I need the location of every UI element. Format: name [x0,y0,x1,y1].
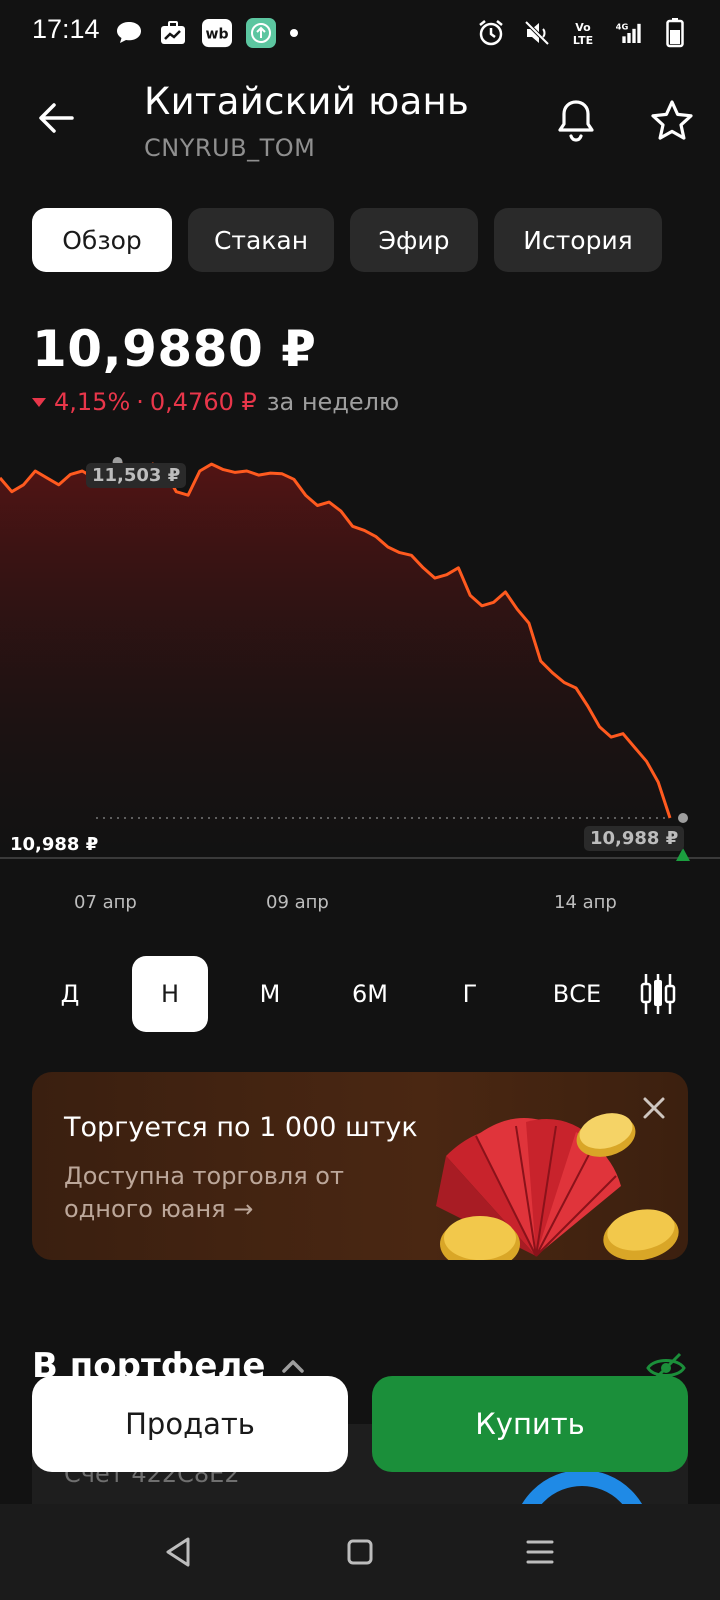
battery-icon [660,18,690,48]
status-bar: 17:14 wb Vo LTE 4G [0,0,720,66]
x-axis-label: 07 апр [74,892,137,913]
ticker-label: CNYRUB_TOM [144,134,316,162]
x-axis-label: 09 апр [266,892,329,913]
square-home-icon [347,1539,373,1565]
period-selector: Д Н М 6М Г ВСЕ [32,956,688,1032]
current-price: 10,9880 ₽ [32,320,317,378]
chart-last-label: 10,988 ₽ [584,826,685,851]
banner-close-button[interactable] [638,1092,670,1124]
buy-button[interactable]: Купить [372,1376,688,1472]
triangle-back-icon [166,1537,190,1567]
tab-feed[interactable]: Эфир [350,208,478,272]
nav-menu-button[interactable] [514,1526,566,1578]
chat-bubble-icon [114,18,144,48]
upload-app-icon [246,18,276,48]
page-title: Китайский юань [144,80,470,123]
close-icon [643,1097,665,1119]
change-percent: 4,15% [54,388,131,416]
triangle-down-icon [32,397,46,407]
tab-overview[interactable]: Обзор [32,208,172,272]
bell-icon [558,100,594,142]
banner-title: Торгуется по 1 000 штук [64,1112,418,1143]
tab-bar: Обзор Стакан Эфир История [32,208,662,272]
favorite-button[interactable] [648,96,696,144]
status-icons-left: wb [114,16,298,50]
star-icon [651,100,693,140]
alert-button[interactable] [552,96,600,144]
x-axis-label: 14 апр [554,892,617,913]
period-all[interactable]: ВСЕ [532,956,622,1032]
signal-icon: 4G [614,18,644,48]
svg-text:4G: 4G [616,22,629,32]
banner-subtitle[interactable]: Доступна торговля от одного юаня → [64,1160,364,1226]
period-month[interactable]: М [232,956,308,1032]
period-day[interactable]: Д [32,956,108,1032]
nav-home-button[interactable] [334,1526,386,1578]
svg-text:Vo: Vo [575,21,591,34]
back-button[interactable] [34,96,78,140]
volte-icon: Vo LTE [568,18,598,48]
chart-area-fill [0,462,670,858]
system-nav-bar [0,1504,720,1600]
wb-app-icon: wb [202,18,232,48]
sell-button[interactable]: Продать [32,1376,348,1472]
briefcase-chart-icon [158,18,188,48]
period-6-months[interactable]: 6М [332,956,408,1032]
alarm-icon [476,18,506,48]
candlestick-icon [640,974,676,1014]
tab-history[interactable]: История [494,208,662,272]
status-time: 17:14 [32,14,100,44]
arrow-left-icon [39,103,74,133]
svg-text:LTE: LTE [573,34,593,47]
change-period: за неделю [266,388,400,416]
nav-back-button[interactable] [152,1526,204,1578]
period-year[interactable]: Г [432,956,508,1032]
chevron-up-icon [282,1360,305,1373]
change-separator: · [136,388,144,416]
tab-order-book[interactable]: Стакан [188,208,334,272]
mute-icon [522,18,552,48]
period-week[interactable]: Н [132,956,208,1032]
price-change: 4,15% · 0,4760 ₽ за неделю [32,388,399,416]
menu-icon [526,1540,554,1564]
candlestick-toggle-button[interactable] [628,956,688,1032]
svg-text:wb: wb [205,27,228,43]
change-absolute: 0,4760 ₽ [149,388,257,416]
notification-dot [290,29,298,37]
portfolio-donut-chart [512,1470,652,1504]
chart-max-label: 11,503 ₽ [86,463,187,488]
status-icons-right: Vo LTE 4G [476,16,690,50]
promo-banner[interactable]: Торгуется по 1 000 штук Доступна торговл… [32,1072,688,1260]
chart-last-point [678,813,688,823]
chart-min-label: 10,988 ₽ [10,834,99,855]
